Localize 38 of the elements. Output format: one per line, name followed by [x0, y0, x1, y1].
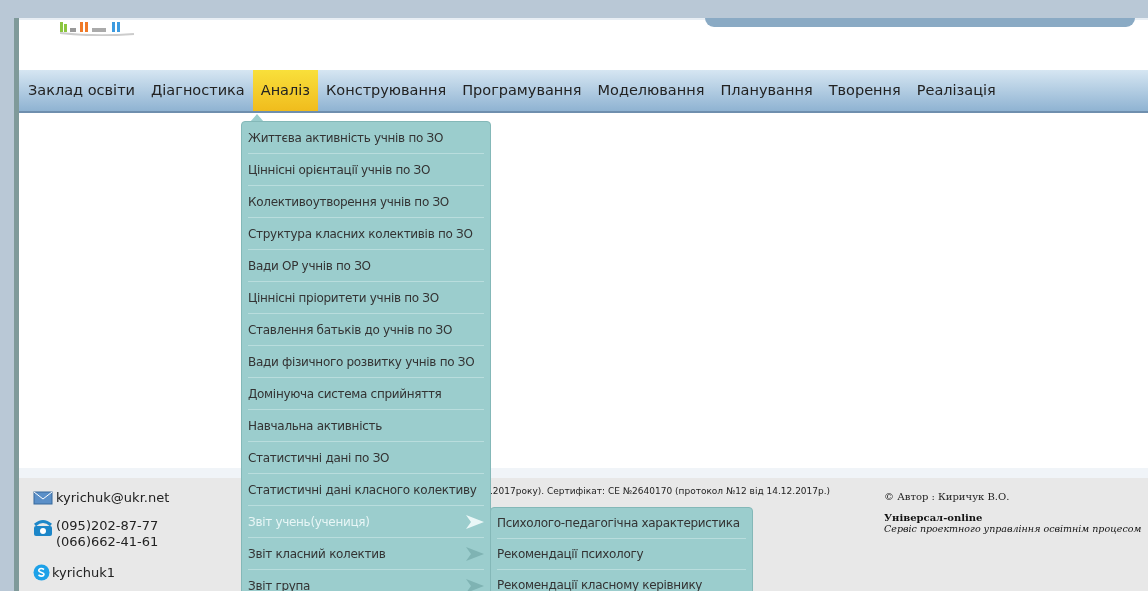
menu-item[interactable]: Статистичні дані по ЗО [248, 442, 484, 474]
nav-tab[interactable]: Аналіз [252, 70, 318, 111]
nav-tab[interactable]: Конструювання [318, 70, 455, 111]
tagline: Сервіс проектного управління освітнім процесом [884, 523, 1142, 536]
nav-tab[interactable]: Творення [820, 70, 909, 111]
nav-tab[interactable]: Програмування [454, 70, 590, 111]
nav-tab[interactable]: Заклад освіти [20, 70, 143, 111]
certificate-text: .2017року). Сертифікат: СЕ №2640170 (протокол №12 від 14.12.2017р.) [490, 485, 831, 498]
nav-tab[interactable]: Реалізація [908, 70, 1004, 111]
menu-item[interactable]: Навчальна активність [248, 410, 484, 442]
nav-tab[interactable]: Моделювання [589, 70, 713, 111]
menu-item[interactable]: Життєва активність учнів по ЗО [248, 122, 484, 154]
menu-item[interactable]: Структура класних колективів по ЗО [248, 218, 484, 250]
menu-item[interactable]: Ціннісні пріоритети учнів по ЗО [248, 282, 484, 314]
phone-number: (066)662-41-61 [56, 534, 159, 550]
phone-number: (095)202-87-77 [56, 518, 159, 534]
author-text: © Автор : Киричук В.О. [884, 490, 1010, 504]
menu-item[interactable]: Колективоутворення учнів по ЗО [248, 186, 484, 218]
menu-item[interactable]: Вади ОР учнів по ЗО [248, 250, 484, 282]
nav-tab[interactable]: Планування [712, 70, 821, 111]
nav-tab[interactable]: Діагностика [143, 70, 253, 111]
email-text: kyrichuk@ukr.net [56, 489, 170, 507]
menu-item[interactable]: Вади фізичного розвитку учнів по ЗО [248, 346, 484, 378]
menu-item[interactable]: Ціннісні орієнтації учнів по ЗО [248, 154, 484, 186]
phone-icon [33, 519, 53, 537]
arrow-icon [466, 546, 484, 561]
envelope-icon [33, 489, 53, 506]
menu-item[interactable]: Звіт класний колектив [248, 538, 484, 570]
submenu-item[interactable]: Психолого-педагогічна характеристика [497, 508, 746, 539]
submenu-item[interactable]: Рекомендації психологу [497, 539, 746, 570]
menu-item[interactable]: Статистичні дані класного колективу [248, 474, 484, 506]
menu-item[interactable]: Ставлення батьків до учнів по ЗО [248, 314, 484, 346]
arrow-icon [466, 514, 484, 529]
skype-icon [33, 564, 50, 582]
skype-name: kyrichuk1 [52, 564, 116, 582]
brand-name: Універсал-online [884, 511, 983, 525]
submenu-item[interactable]: Рекомендації класному керівнику [497, 570, 746, 591]
menu-item[interactable]: Домінуюча система сприйняття [248, 378, 484, 410]
